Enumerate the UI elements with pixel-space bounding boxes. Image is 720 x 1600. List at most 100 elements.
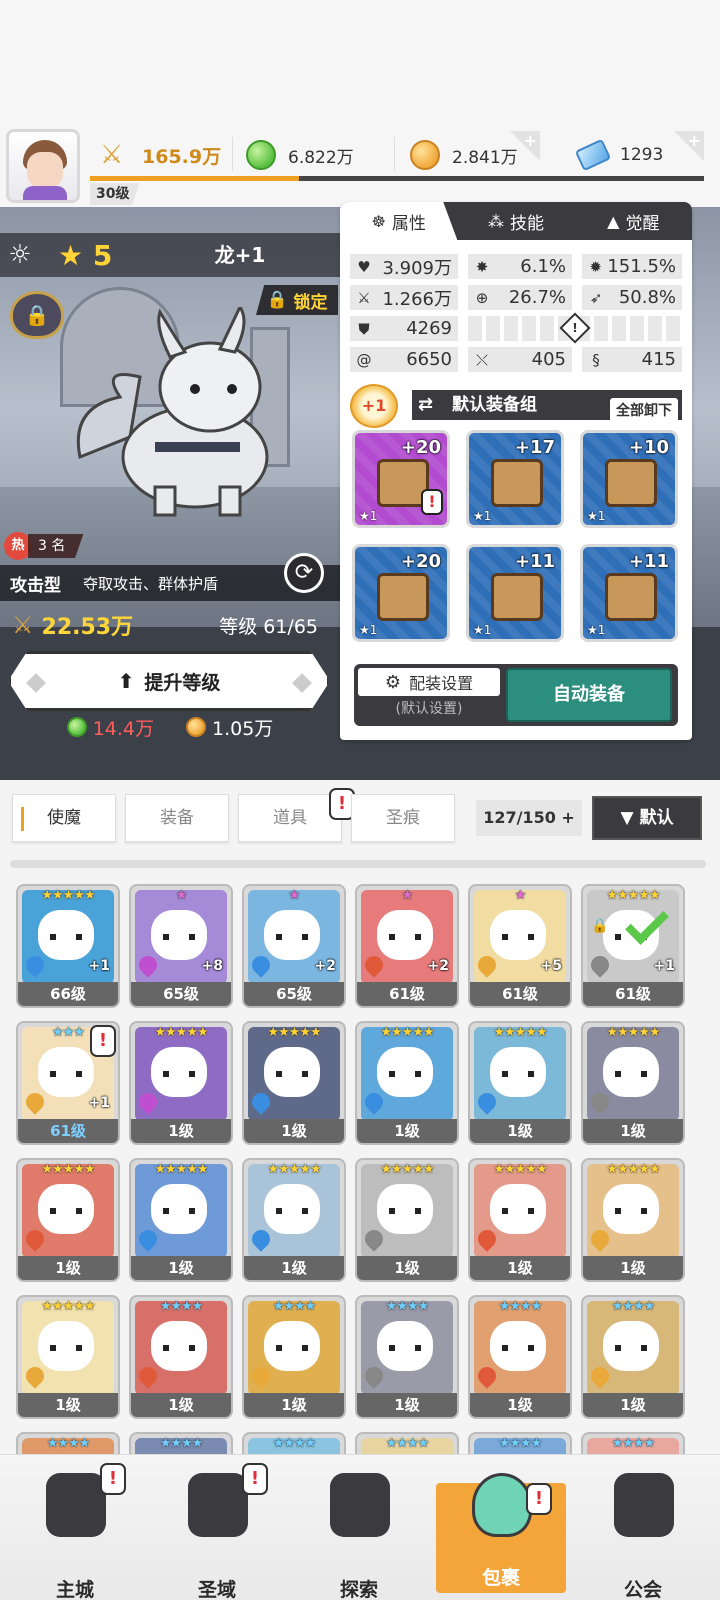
- auto-equip-button[interactable]: 自动装备: [506, 668, 672, 722]
- hero-card[interactable]: ★★★★★ 1级: [581, 1158, 685, 1282]
- hero-card[interactable]: ★★★★ 1级: [581, 1295, 685, 1419]
- nav-item-bag[interactable]: 包裹!: [436, 1473, 566, 1593]
- unequip-all-button[interactable]: 全部卸下: [610, 398, 678, 424]
- sort-dropdown[interactable]: ▼ 默认: [592, 796, 702, 840]
- equip-slot[interactable]: +11 ★1: [580, 544, 678, 642]
- tab-attributes[interactable]: ☸ 属性: [340, 202, 458, 240]
- hero-card[interactable]: ★★★★ 1级: [355, 1295, 459, 1419]
- tab-stigmata[interactable]: 圣痕: [351, 794, 455, 842]
- hero-eyes: [50, 1345, 82, 1351]
- hero-card[interactable]: ★★★★★ 1级: [129, 1021, 233, 1145]
- hero-card[interactable]: ★★★★★ 1级: [16, 1295, 120, 1419]
- hero-card[interactable]: ★★★★★ 1级: [242, 1158, 346, 1282]
- hero-stars: ★★★★: [46, 1436, 91, 1451]
- hero-card[interactable]: ★★★★: [355, 1432, 459, 1454]
- hero-card[interactable]: ★★★★ 1级: [129, 1295, 233, 1419]
- equip-slot[interactable]: +20 ★1!: [352, 430, 450, 528]
- nav-item-guild[interactable]: 公会: [578, 1463, 708, 1600]
- hero-stars: 5: [92, 238, 113, 272]
- shield-lock-icon[interactable]: 🔒: [10, 291, 64, 339]
- rotate-view-button[interactable]: ⟳: [284, 553, 324, 593]
- equipment-item-icon: [605, 459, 657, 507]
- alert-icon: !: [242, 1463, 268, 1495]
- equip-star: ★1: [587, 509, 606, 523]
- hero-skill-desc: 夺取攻击、群体护盾: [83, 574, 219, 593]
- hero-card[interactable]: ★★★★★ 1级: [468, 1021, 572, 1145]
- hero-card[interactable]: ★ +2 61级: [355, 884, 459, 1008]
- hero-card[interactable]: ★★★★ 1级: [242, 1295, 346, 1419]
- nav-label: 圣域: [197, 1579, 236, 1600]
- hero-card[interactable]: ★★★★★ 1级: [355, 1158, 459, 1282]
- hero-card[interactable]: ★★★★: [242, 1432, 346, 1454]
- hero-card[interactable]: ★★★★★ 1级: [242, 1021, 346, 1145]
- hero-card[interactable]: ★★★★ 1级: [468, 1295, 572, 1419]
- diamond-decor-icon: [26, 673, 46, 693]
- hero-card[interactable]: ★★★★★ +1 66级: [16, 884, 120, 1008]
- hot-flame-icon: 热: [4, 532, 32, 560]
- hero-stars: ★★★★: [272, 1436, 317, 1451]
- awaken-icon: ▲: [607, 211, 620, 231]
- hero-stars: ★★★★: [611, 1299, 656, 1314]
- dragon-hero-sprite[interactable]: [60, 307, 310, 517]
- gold-coin-icon: [410, 140, 440, 170]
- equipment-grid: +20 ★1! +17 ★1 +10 ★1 +20 ★1 +11 ★1 +11 ★1: [352, 430, 678, 642]
- equip-star: ★1: [473, 623, 492, 637]
- xp-bar: [90, 176, 704, 181]
- hero-card[interactable]: ★ +8 65级: [129, 884, 233, 1008]
- loadout-settings-button[interactable]: ⚙ 配装设置: [358, 668, 500, 696]
- add-crystal-button[interactable]: +: [674, 131, 704, 161]
- equip-slot[interactable]: +20 ★1: [352, 544, 450, 642]
- panel-tabs: ☸ 属性 ⁂ 技能 ▲ 觉醒: [340, 202, 692, 240]
- resource-bar: ⚔ 165.9万 6.822万 2.841万 + 1293 + 30级: [0, 125, 720, 207]
- tab-items[interactable]: 道具!: [238, 788, 355, 842]
- tab-equipment[interactable]: 装备: [125, 794, 229, 842]
- wing-icon: ➶: [589, 288, 603, 307]
- nav-item-explore[interactable]: 探索: [294, 1463, 424, 1600]
- stat-a: @6650: [350, 347, 458, 372]
- stat-row: ⚔ 1.266万 ⊕ 26.7% ➶ 50.8%: [350, 285, 682, 310]
- hero-card[interactable]: ★ +5 61级: [468, 884, 572, 1008]
- hero-card[interactable]: ★ +2 65级: [242, 884, 346, 1008]
- equip-group-selector[interactable]: ⇄ 默认装备组 全部卸下: [412, 390, 682, 424]
- player-avatar[interactable]: [6, 129, 80, 203]
- dagger-icon: ⚔: [357, 288, 371, 307]
- cost-gold: 1.05万: [186, 714, 273, 741]
- hero-stars: ★★★★★: [606, 888, 660, 903]
- plus-one-badge[interactable]: +1: [350, 384, 398, 428]
- equipment-item-icon: [377, 573, 429, 621]
- hero-card[interactable]: ★★★★★ 1级: [468, 1158, 572, 1282]
- hero-card[interactable]: ★★★★★ +1 🔒 61级: [581, 884, 685, 1008]
- equipment-item-icon: [605, 573, 657, 621]
- tab-awaken[interactable]: ▲ 觉醒: [575, 202, 692, 240]
- alert-badge: !: [90, 1025, 116, 1057]
- stat-value: 6650: [406, 349, 452, 370]
- warning-icon[interactable]: !: [559, 312, 591, 344]
- tab-familiar[interactable]: 使魔: [12, 794, 116, 842]
- upgrade-level-button[interactable]: ⬆ 提升等级: [8, 651, 330, 711]
- tab-label: 道具: [273, 808, 307, 828]
- hero-card[interactable]: ★★★★: [16, 1432, 120, 1454]
- hero-card[interactable]: ★★★★: [468, 1432, 572, 1454]
- hero-card[interactable]: ★★★★★ 1级: [129, 1158, 233, 1282]
- hero-card[interactable]: ★★★★: [129, 1432, 233, 1454]
- equip-slot[interactable]: +17 ★1: [466, 430, 564, 528]
- sun-icon[interactable]: ☼: [0, 240, 40, 270]
- power-value: 165.9万: [142, 145, 222, 168]
- alert-badge: !: [242, 1463, 268, 1495]
- hero-eyes: [50, 934, 82, 940]
- enhance-level: +10: [628, 437, 669, 458]
- stat-row: ⛊ 4269 !: [350, 312, 682, 344]
- hero-card[interactable]: ★★★★: [581, 1432, 685, 1454]
- capacity-count[interactable]: 127/150 +: [476, 800, 582, 836]
- hero-card[interactable]: ★★★★★ 1级: [581, 1021, 685, 1145]
- equip-slot[interactable]: +10 ★1: [580, 430, 678, 528]
- hero-card[interactable]: ★★★★★ 1级: [355, 1021, 459, 1145]
- tab-skills[interactable]: ⁂ 技能: [457, 202, 574, 240]
- nav-item-castle[interactable]: 主城!: [10, 1463, 140, 1600]
- nav-item-sanctuary[interactable]: 圣域!: [152, 1463, 282, 1600]
- spiral-icon: §: [592, 350, 600, 369]
- hero-eyes: [50, 1071, 82, 1077]
- equip-slot[interactable]: +11 ★1: [466, 544, 564, 642]
- hero-card[interactable]: ★★★★★ 1级: [16, 1158, 120, 1282]
- hero-card[interactable]: ★★★ +1! 61级: [16, 1021, 120, 1145]
